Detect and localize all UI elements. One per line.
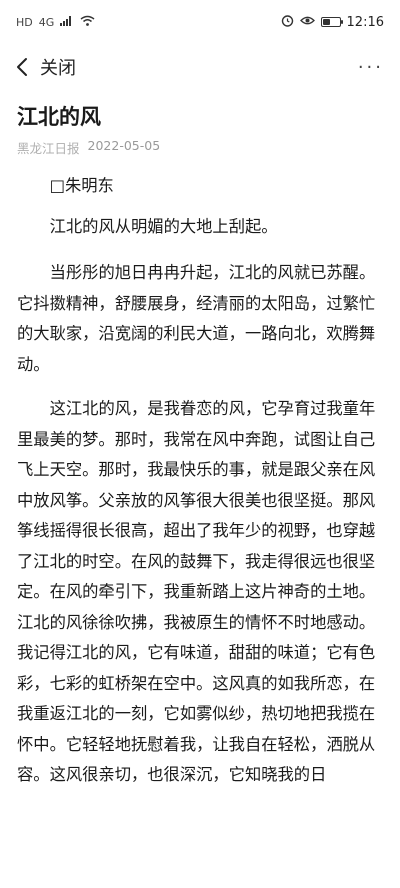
- paragraph: 当彤彤的旭日冉冉升起，江北的风就已苏醒。它抖擞精神，舒腰展身，经清丽的太阳岛，过…: [17, 263, 376, 374]
- status-left: HD 4G: [16, 15, 95, 30]
- close-label[interactable]: 关闭: [40, 54, 76, 80]
- signal-icon: [60, 15, 74, 30]
- status-right: 12:16: [281, 14, 384, 31]
- battery-icon: [320, 17, 343, 27]
- more-options-icon[interactable]: ···: [358, 57, 388, 78]
- close-button[interactable]: 关闭: [16, 54, 76, 80]
- network-type: HD: [16, 15, 33, 29]
- nav-bar: 关闭 ···: [0, 44, 400, 90]
- article-content: □朱明东 江北的风从明媚的大地上刮起。 当彤彤的旭日冉冉升起，江北的风就已苏醒。…: [17, 171, 383, 791]
- battery-fill: [322, 19, 330, 25]
- article-meta: 黑龙江日报 2022-05-05: [17, 138, 383, 157]
- article-title: 江北的风: [17, 105, 101, 129]
- signal-type: 4G: [38, 15, 55, 29]
- eye-comfort-icon: [299, 15, 315, 30]
- paragraph: 江北的风从明媚的大地上刮起。: [49, 216, 278, 236]
- article-date: 2022-05-05: [87, 138, 161, 153]
- clock: 12:16: [346, 14, 384, 30]
- wifi-icon: [80, 15, 95, 30]
- article: 江北的风 黑龙江日报 2022-05-05 □朱明东 江北的风从明媚的大地上刮起…: [0, 102, 400, 791]
- paragraph: 这江北的风，是我眷恋的风，它孕育过我童年里最美的梦。那时，我常在风中奔跑，试图让…: [17, 399, 376, 784]
- back-chevron-icon[interactable]: [16, 57, 28, 77]
- author-line: □朱明东: [49, 176, 114, 195]
- status-bar: HD 4G 12:16: [0, 0, 400, 44]
- article-source: 黑龙江日报: [17, 141, 80, 156]
- alarm-icon: [281, 14, 294, 31]
